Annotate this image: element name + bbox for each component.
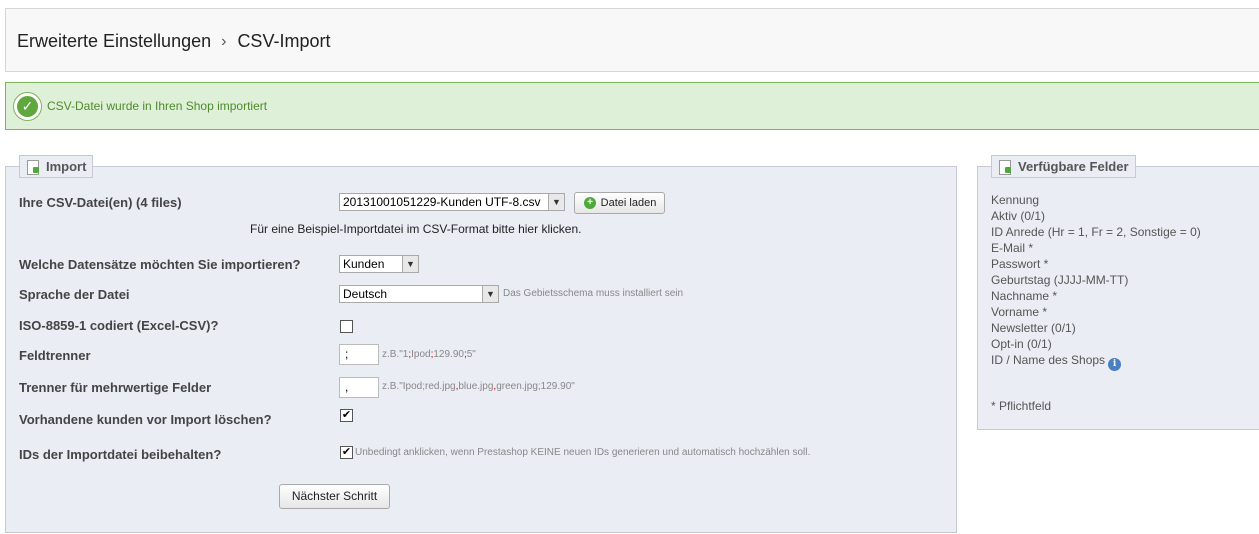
keep-ids-checkbox[interactable]: ✔: [340, 446, 353, 459]
import-file-icon: [27, 160, 39, 175]
keep-ids-label: IDs der Importdatei beibehalten?: [19, 447, 222, 462]
chevron-down-icon: ▼: [402, 256, 418, 272]
import-legend-label: Import: [46, 159, 87, 174]
field-item: Kennung: [991, 193, 1040, 207]
language-select[interactable]: Deutsch ▼: [339, 285, 499, 303]
fields-file-icon: [999, 160, 1011, 175]
info-icon[interactable]: i: [1108, 358, 1122, 371]
field-item: Newsletter (0/1): [991, 321, 1076, 335]
breadcrumb: Erweiterte Einstellungen › CSV-Import: [17, 31, 330, 52]
delete-existing-checkbox[interactable]: ✔: [340, 409, 353, 422]
entity-select[interactable]: Kunden ▼: [339, 255, 419, 273]
field-item: Nachname *: [991, 289, 1058, 303]
success-message: CSV-Datei wurde in Ihren Shop importiert: [47, 99, 268, 113]
field-item: Vorname *: [991, 305, 1048, 319]
delete-existing-label: Vorhandene kunden vor Import löschen?: [19, 412, 272, 427]
check-icon: ✓: [13, 92, 42, 121]
field-separator-label: Feldtrenner: [19, 348, 91, 363]
csv-file-select[interactable]: 20131001051229-Kunden UTF-8.csv ▼: [339, 193, 565, 211]
iso-checkbox[interactable]: [340, 320, 353, 333]
required-note: * Pflichtfeld: [991, 399, 1052, 413]
field-separator-hint: z.B."1;Ipod;129.90;5": [382, 349, 476, 360]
chevron-down-icon: ▼: [548, 194, 564, 210]
add-icon: +: [584, 197, 596, 209]
available-fields-legend: Verfügbare Felder: [991, 155, 1136, 178]
multi-separator-hint: z.B."Ipod;red.jpg,blue.jpg,green.jpg;129…: [382, 381, 575, 392]
load-file-button[interactable]: + Datei laden: [574, 192, 665, 214]
breadcrumb-separator-icon: ›: [221, 33, 227, 50]
page-header: Erweiterte Einstellungen › CSV-Import: [5, 8, 1259, 72]
breadcrumb-current: CSV-Import: [237, 31, 331, 51]
import-legend: Import: [19, 155, 94, 178]
field-item: E-Mail *: [991, 241, 1034, 255]
csv-files-label: Ihre CSV-Datei(en) (4 files): [19, 195, 182, 210]
multi-separator-input[interactable]: ,: [339, 377, 379, 398]
field-item: ID Anrede (Hr = 1, Fr = 2, Sonstige = 0): [991, 225, 1201, 239]
chevron-down-icon: ▼: [482, 286, 498, 302]
language-hint: Das Gebietsschema muss installiert sein: [503, 288, 684, 299]
example-file-link[interactable]: Für eine Beispiel-Importdatei im CSV-For…: [250, 222, 581, 236]
field-item-shop: ID / Name des Shops i: [991, 352, 1201, 371]
field-item: Opt-in (0/1): [991, 337, 1052, 351]
language-label: Sprache der Datei: [19, 287, 130, 302]
entity-selected: Kunden: [343, 257, 385, 271]
available-fields-list: Kennung Aktiv (0/1) ID Anrede (Hr = 1, F…: [991, 192, 1201, 371]
language-selected: Deutsch: [343, 287, 388, 301]
success-banner: ✓ CSV-Datei wurde in Ihren Shop importie…: [5, 82, 1259, 130]
csv-file-selected: 20131001051229-Kunden UTF-8.csv: [343, 195, 541, 209]
entity-label: Welche Datensätze möchten Sie importiere…: [19, 257, 301, 272]
field-item: Aktiv (0/1): [991, 209, 1046, 223]
field-item: Geburtstag (JJJJ-MM-TT): [991, 273, 1129, 287]
field-item: Passwort *: [991, 257, 1049, 271]
load-file-label: Datei laden: [600, 197, 657, 209]
keep-ids-hint: Unbedingt anklicken, wenn Prestashop KEI…: [355, 447, 811, 458]
field-separator-input[interactable]: ;: [339, 344, 379, 365]
next-step-button[interactable]: Nächster Schritt: [279, 484, 390, 509]
iso-label: ISO-8859-1 codiert (Excel-CSV)?: [19, 318, 219, 333]
breadcrumb-parent[interactable]: Erweiterte Einstellungen: [17, 31, 211, 51]
multi-separator-label: Trenner für mehrwertige Felder: [19, 380, 212, 395]
available-fields-legend-label: Verfügbare Felder: [1018, 159, 1129, 174]
